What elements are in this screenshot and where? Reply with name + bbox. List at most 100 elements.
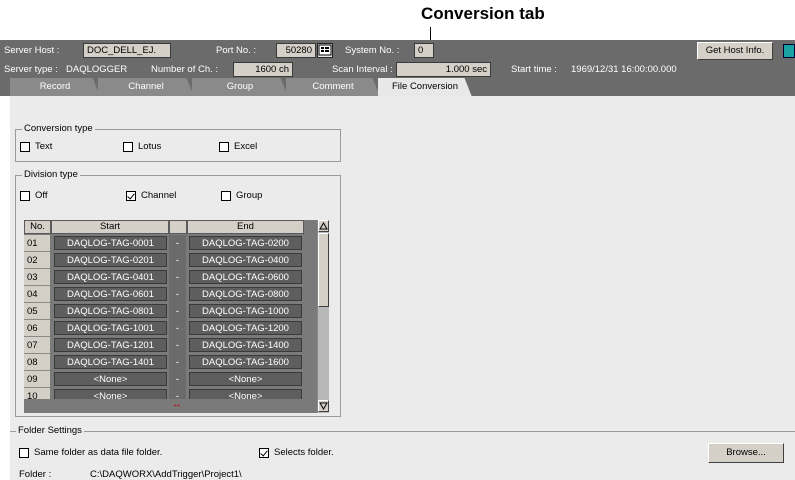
table-row[interactable]: 06 DAQLOG-TAG-1001- DAQLOG-TAG-1200 [24, 320, 314, 337]
port-field[interactable]: 50280 [276, 43, 316, 58]
server-host-label: Server Host : [4, 45, 60, 56]
conversion-lotus-checkbox[interactable]: Lotus [123, 141, 161, 152]
end-tag-field[interactable]: DAQLOG-TAG-1000 [189, 304, 302, 318]
table-row[interactable]: 04 DAQLOG-TAG-0601- DAQLOG-TAG-0800 [24, 286, 314, 303]
tab-bar: Record Channel Group Comment File Conver… [0, 78, 795, 97]
division-channel-label: Channel [141, 190, 177, 201]
tab-group[interactable]: Group [192, 78, 288, 96]
port-label: Port No. : [216, 45, 257, 56]
scroll-thumb[interactable] [318, 233, 329, 307]
end-tag-field[interactable]: DAQLOG-TAG-0600 [189, 270, 302, 284]
division-group-checkbox[interactable]: Group [221, 190, 262, 201]
table-row[interactable]: 09 <None> - <None> [24, 371, 314, 388]
scan-interval-label: Scan Interval : [332, 64, 393, 75]
end-tag-field[interactable]: DAQLOG-TAG-0400 [189, 253, 302, 267]
scroll-up-arrow-icon[interactable] [318, 220, 329, 232]
checkbox-box-checked [126, 190, 136, 201]
table-row[interactable]: 02 DAQLOG-TAG-0201- DAQLOG-TAG-0400 [24, 252, 314, 269]
folder-label: Folder : [19, 469, 52, 480]
host-list-icon[interactable] [317, 43, 333, 58]
range-dash: - [169, 337, 186, 354]
num-ch-field: 1600 ch [233, 62, 293, 77]
conversion-type-group: Conversion type Text Lotus Excel [15, 123, 341, 162]
start-tag-field[interactable]: DAQLOG-TAG-1201 [54, 338, 167, 352]
status-indicator-icon [783, 44, 795, 58]
column-resize-icon[interactable]: ↔ [172, 399, 182, 410]
checkbox-box [221, 190, 231, 201]
start-tag-field[interactable]: DAQLOG-TAG-1401 [54, 355, 167, 369]
row-number: 01 [24, 235, 50, 252]
start-tag-field[interactable]: DAQLOG-TAG-0601 [54, 287, 167, 301]
conversion-text-label: Text [35, 141, 53, 152]
table-row[interactable]: 07 DAQLOG-TAG-1201- DAQLOG-TAG-1400 [24, 337, 314, 354]
col-header-start: Start [51, 220, 169, 234]
tab-channel[interactable]: Channel [98, 78, 194, 96]
start-tag-field[interactable]: DAQLOG-TAG-0801 [54, 304, 167, 318]
end-tag-field[interactable]: DAQLOG-TAG-0800 [189, 287, 302, 301]
callout-title: Conversion tab [421, 4, 545, 23]
end-tag-field[interactable]: DAQLOG-TAG-1200 [189, 321, 302, 335]
folder-path: C:\DAQWORX\AddTrigger\Project1\ [90, 469, 242, 480]
browse-button[interactable]: Browse... [708, 443, 784, 463]
conversion-type-title: Conversion type [22, 123, 95, 134]
table-row[interactable]: 05 DAQLOG-TAG-0801- DAQLOG-TAG-1000 [24, 303, 314, 320]
start-tag-field[interactable]: DAQLOG-TAG-1001 [54, 321, 167, 335]
tab-comment[interactable]: Comment [286, 78, 380, 96]
end-tag-field[interactable]: DAQLOG-TAG-1400 [189, 338, 302, 352]
conversion-text-checkbox[interactable]: Text [20, 141, 52, 152]
tab-file-conversion[interactable]: File Conversion [378, 78, 472, 97]
server-host-field[interactable]: DOC_DELL_EJ. [83, 43, 171, 58]
scan-interval-field: 1.000 sec [396, 62, 491, 77]
server-type-label: Server type : [4, 64, 58, 75]
range-dash: - [169, 303, 186, 320]
range-dash: - [169, 286, 186, 303]
start-time-value: 1969/12/31 16:00:00.000 [571, 64, 677, 75]
same-folder-checkbox[interactable]: Same folder as data file folder. [19, 447, 162, 458]
range-dash: - [169, 320, 186, 337]
get-host-info-button[interactable]: Get Host Info. [697, 42, 773, 60]
server-type-value: DAQLOGGER [66, 64, 128, 75]
same-folder-label: Same folder as data file folder. [34, 447, 163, 458]
table-vertical-scrollbar[interactable] [317, 220, 329, 413]
start-tag-field[interactable]: DAQLOG-TAG-0401 [54, 270, 167, 284]
row-number: 08 [24, 354, 50, 371]
folder-settings-panel: Folder Settings Same folder as data file… [10, 425, 795, 480]
system-no-field[interactable]: 0 [414, 43, 434, 58]
row-number: 03 [24, 269, 50, 286]
selects-folder-checkbox[interactable]: Selects folder. [259, 447, 334, 458]
division-group-label: Group [236, 190, 263, 201]
division-channel-checkbox[interactable]: Channel [126, 190, 176, 201]
checkbox-box [19, 447, 29, 458]
folder-settings-divider [10, 431, 795, 432]
col-header-dash [169, 220, 187, 234]
table-row[interactable]: 08 DAQLOG-TAG-1401- DAQLOG-TAG-1600 [24, 354, 314, 371]
start-tag-field[interactable]: <None> [54, 372, 167, 386]
col-header-no: No. [24, 220, 51, 234]
conversion-excel-checkbox[interactable]: Excel [219, 141, 257, 152]
end-tag-field[interactable]: DAQLOG-TAG-1600 [189, 355, 302, 369]
table-horizontal-strip: ↔ [24, 399, 317, 413]
table-row[interactable]: 01 DAQLOG-TAG-0001- DAQLOG-TAG-0200 [24, 235, 314, 252]
col-header-end: End [187, 220, 304, 234]
division-off-checkbox[interactable]: Off [20, 190, 48, 201]
start-tag-field[interactable]: DAQLOG-TAG-0201 [54, 253, 167, 267]
selects-folder-label: Selects folder. [274, 447, 334, 458]
checkbox-box [219, 141, 229, 152]
range-dash: - [169, 371, 186, 388]
table-row[interactable]: 03 DAQLOG-TAG-0401- DAQLOG-TAG-0600 [24, 269, 314, 286]
start-time-label: Start time : [511, 64, 557, 75]
end-tag-field[interactable]: <None> [189, 372, 302, 386]
tab-record[interactable]: Record [10, 78, 100, 96]
row-number: 06 [24, 320, 50, 337]
start-tag-field[interactable]: DAQLOG-TAG-0001 [54, 236, 167, 250]
row-number: 09 [24, 371, 50, 388]
checkbox-box [20, 190, 30, 201]
row-number: 07 [24, 337, 50, 354]
range-dash: - [169, 354, 186, 371]
end-tag-field[interactable]: DAQLOG-TAG-0200 [189, 236, 302, 250]
scroll-down-arrow-icon[interactable] [318, 400, 329, 412]
row-number: 04 [24, 286, 50, 303]
checkbox-box-checked [259, 447, 269, 458]
division-off-label: Off [35, 190, 48, 201]
num-ch-label: Number of Ch. : [151, 64, 219, 75]
